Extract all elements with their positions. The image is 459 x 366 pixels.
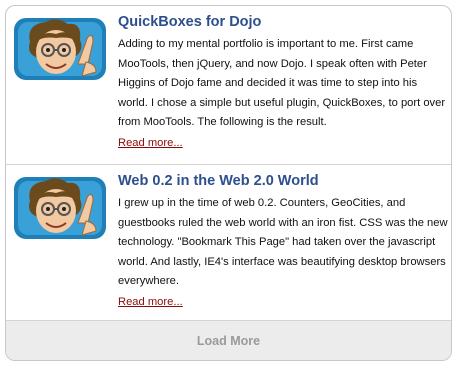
post-item: Web 0.2 in the Web 2.0 World I grew up i…	[6, 164, 451, 322]
post-excerpt: I grew up in the time of web 0.2. Counte…	[118, 197, 448, 287]
author-avatar-icon	[14, 177, 106, 239]
posts-panel: QuickBoxes for Dojo Adding to my mental …	[5, 5, 452, 361]
post-title[interactable]: Web 0.2 in the Web 2.0 World	[118, 173, 448, 190]
post-item: QuickBoxes for Dojo Adding to my mental …	[6, 6, 451, 164]
post-title[interactable]: QuickBoxes for Dojo	[118, 14, 448, 31]
read-more-link[interactable]: Read more...	[118, 295, 183, 310]
author-avatar-icon	[14, 18, 106, 80]
post-excerpt: Adding to my mental portfolio is importa…	[118, 38, 446, 128]
read-more-link[interactable]: Read more...	[118, 136, 183, 151]
load-more-button[interactable]: Load More	[6, 320, 451, 360]
